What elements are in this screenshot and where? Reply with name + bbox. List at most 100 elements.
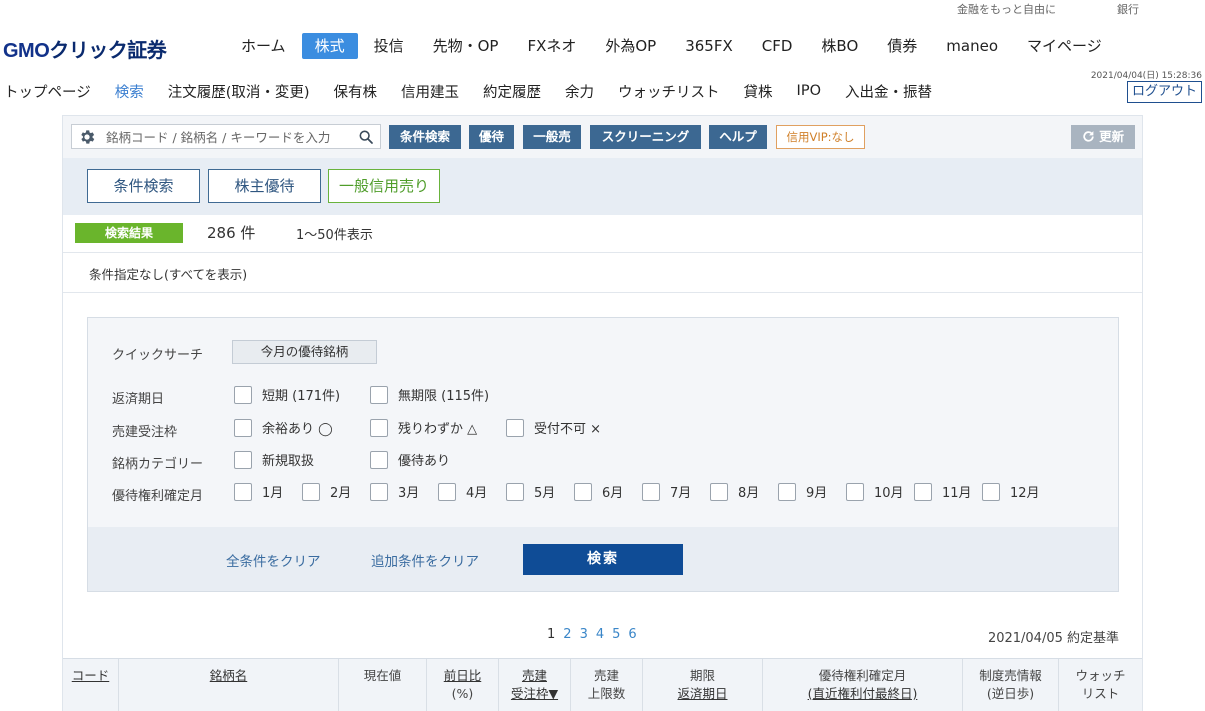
page-3[interactable]: 3 [580,627,588,642]
condition-summary: 条件指定なし(すべてを表示) [63,253,1142,293]
page-5[interactable]: 5 [612,627,620,642]
result-range: 1〜50件表示 [296,228,373,243]
col-label: 制度売情報 [979,668,1042,683]
page-4[interactable]: 4 [596,627,604,642]
sub-nav-holdings[interactable]: 保有株 [334,81,378,102]
sub-nav-buying-power[interactable]: 余力 [565,81,594,102]
page-2[interactable]: 2 [563,627,571,642]
main-nav-stock-bo[interactable]: 株BO [808,33,871,59]
col-sell-quota[interactable]: 売建 受注枠▼ [499,659,571,711]
results-table-header: コード 銘柄名 現在値 前日比 (%) 売建 受注枠▼ 売建 上限数 期限 返済期日 優… [63,658,1142,711]
checkbox-label: 新規取扱 [262,454,315,469]
clear-extra-link[interactable]: 追加条件をクリア [371,550,479,570]
month-6-checkbox[interactable]: 6月 [574,482,623,501]
tab-general-margin-sell[interactable]: 一般信用売り [328,169,440,203]
sub-nav-watchlist[interactable]: ウォッチリスト [618,81,720,102]
sub-nav-executions[interactable]: 約定履歴 [483,81,541,102]
main-nav-maneo[interactable]: maneo [933,33,1011,59]
sell-quota-few-checkbox[interactable]: 残りわずか △ [370,418,477,437]
month-8-checkbox[interactable]: 8月 [710,482,759,501]
col-sublabel: (%) [451,686,474,701]
col-label: コード [71,668,110,683]
main-nav-bonds[interactable]: 債券 [874,33,930,59]
tab-shareholder-benefits[interactable]: 株主優待 [208,169,321,203]
sub-nav-ipo[interactable]: IPO [797,83,821,99]
page-6[interactable]: 6 [628,627,636,642]
checkbox-label: 無期限 (115件) [398,389,490,404]
category-new-checkbox[interactable]: 新規取扱 [234,450,314,469]
checkbox-label: 3月 [398,486,420,501]
logout-button[interactable]: ログアウト [1126,81,1202,103]
checkbox-label: 2月 [330,486,352,501]
tab-condition-search[interactable]: 条件検索 [87,169,200,203]
benefit-month-label: 優待権利確定月 [112,489,204,504]
month-2-checkbox[interactable]: 2月 [302,482,351,501]
main-nav-funds[interactable]: 投信 [361,33,417,59]
main-nav-futures-op[interactable]: 先物・OP [420,33,512,59]
checkbox-label: 余裕あり ◯ [262,422,333,437]
month-10-checkbox[interactable]: 10月 [846,482,904,501]
main-nav-mypage[interactable]: マイページ [1014,33,1115,59]
refresh-button[interactable]: 更新 [1071,125,1135,149]
search-button[interactable]: 検索 [523,544,683,575]
checkbox-label: 12月 [1010,486,1040,501]
brand-logo[interactable]: GMOクリック証券 [3,34,167,63]
col-change[interactable]: 前日比 (%) [427,659,499,711]
toolbar-general-sell-button[interactable]: 一般売 [523,125,581,149]
col-label: 売建 [521,668,547,683]
filter-actions: 全条件をクリア 追加条件をクリア 検索 [88,527,1118,591]
repay-unlimited-checkbox[interactable]: 無期限 (115件) [370,385,489,404]
main-nav-stocks[interactable]: 株式 [301,33,358,59]
sub-nav-search[interactable]: 検索 [115,81,144,102]
month-7-checkbox[interactable]: 7月 [642,482,691,501]
toolbar-benefits-button[interactable]: 優待 [469,125,514,149]
col-label: 前日比 [443,668,482,683]
col-code[interactable]: コード [63,659,119,711]
main-nav-home[interactable]: ホーム [228,33,299,59]
col-label: 銘柄名 [209,668,248,683]
utility-link-finance[interactable]: 金融をもっと自由に [957,1,1056,17]
sell-quota-unavailable-checkbox[interactable]: 受付不可 × [506,418,601,437]
main-nav-365fx[interactable]: 365FX [672,33,746,59]
main-nav-fx-op[interactable]: 外為OP [592,33,669,59]
col-name[interactable]: 銘柄名 [119,659,339,711]
clear-all-link[interactable]: 全条件をクリア [226,550,321,570]
sell-quota-ample-checkbox[interactable]: 余裕あり ◯ [234,418,333,437]
page-1: 1 [547,627,556,642]
month-12-checkbox[interactable]: 12月 [982,482,1040,501]
checkbox-box [914,482,932,501]
month-3-checkbox[interactable]: 3月 [370,482,419,501]
symbol-search-input[interactable] [104,127,348,148]
quick-search-this-month-button[interactable]: 今月の優待銘柄 [232,340,377,364]
category-benefits-checkbox[interactable]: 優待あり [370,450,450,469]
col-benefit-month[interactable]: 優待権利確定月 (直近権利付最終日) [763,659,963,711]
main-nav-fx-neo[interactable]: FXネオ [514,33,589,59]
sub-nav-deposit-transfer[interactable]: 入出金・振替 [845,81,932,102]
gear-icon[interactable] [78,128,96,146]
sub-nav-top[interactable]: トップページ [4,81,91,102]
main-nav-cfd[interactable]: CFD [749,33,806,59]
checkbox-box [778,482,796,501]
utility-link-bank[interactable]: 銀行 [1117,1,1139,17]
month-11-checkbox[interactable]: 11月 [914,482,972,501]
toolbar-help-button[interactable]: ヘルプ [709,125,767,149]
sub-nav-margin-positions[interactable]: 信用建玉 [401,81,459,102]
month-1-checkbox[interactable]: 1月 [234,482,283,501]
refresh-label: 更新 [1099,129,1125,144]
repay-short-checkbox[interactable]: 短期 (171件) [234,385,340,404]
col-price: 現在値 [339,659,427,711]
month-5-checkbox[interactable]: 5月 [506,482,555,501]
month-9-checkbox[interactable]: 9月 [778,482,827,501]
month-4-checkbox[interactable]: 4月 [438,482,487,501]
col-label: 優待権利確定月 [818,668,907,683]
search-panel: 条件検索 優待 一般売 スクリーニング ヘルプ 信用VIP:なし 更新 条件検索… [62,115,1143,711]
sub-nav-order-history[interactable]: 注文履歴(取消・変更) [168,81,310,102]
col-term[interactable]: 期限 返済期日 [643,659,763,711]
toolbar-screening-button[interactable]: スクリーニング [590,125,701,149]
sub-nav-stock-lending[interactable]: 貸株 [744,81,773,102]
checkbox-box [370,450,388,469]
checkbox-label: 4月 [466,486,488,501]
toolbar-condition-search-button[interactable]: 条件検索 [389,125,461,149]
checkbox-label: 短期 (171件) [262,389,341,404]
search-icon[interactable] [358,129,374,145]
